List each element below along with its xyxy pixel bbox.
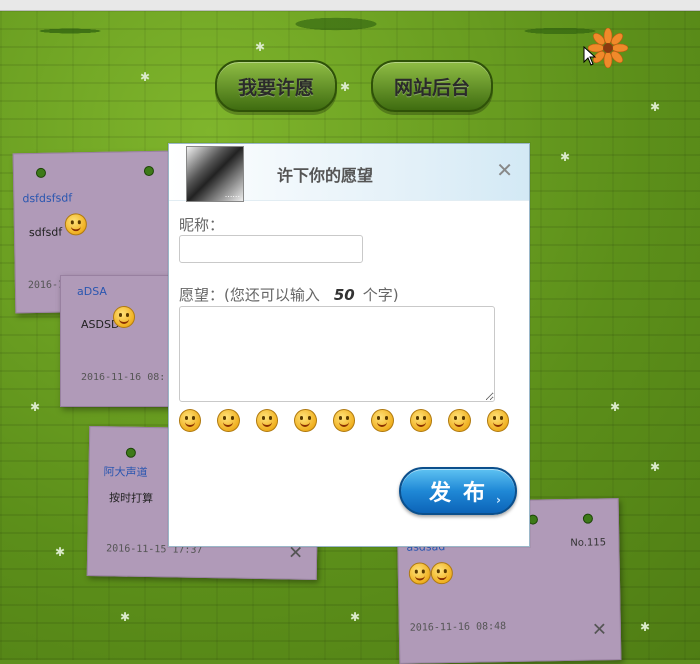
publish-button[interactable]: 发布 [399,467,517,515]
dialog-title: 许下你的愿望 [277,166,374,185]
note-message: sdfsdf [28,225,63,240]
remaining-count: 50 [333,286,355,304]
nickname-field[interactable] [179,235,363,263]
smile-emoticon-icon [64,213,88,236]
wish-label-suffix: 个字) [362,286,399,304]
star-decoration: ✱ [120,610,131,624]
note-name: 阿大声道 [103,465,148,480]
note-date: 2016-11-16 08:48 [409,621,507,634]
mouse-cursor-icon [583,46,597,66]
star-decoration: ✱ [560,150,571,164]
note-message: 按时打算 [108,491,154,506]
note-name: aDSA [77,285,107,298]
star-decoration: ✱ [650,100,661,114]
grin-squint-icon[interactable] [179,409,202,432]
shy-blush-icon[interactable] [217,409,240,432]
dialog-header: 许下你的愿望 ✕ [169,144,529,202]
emoticon-picker [179,409,509,432]
star-decoration: ✱ [640,620,651,634]
big-grin-emoticon-icon [113,306,135,328]
star-decoration: ✱ [350,610,361,624]
shush-icon[interactable] [409,409,433,432]
heart-eyes-icon[interactable] [448,409,471,432]
sunglasses-emoticon-icon [430,561,454,585]
nickname-label: 昵称： [179,216,225,234]
admin-button[interactable]: 网站后台 [371,60,493,112]
wish-label: 愿望：(您还可以输入 50 个字) [179,284,399,305]
wish-note[interactable]: aDSA ASDSD 2016-11-16 08: [60,275,182,407]
big-grin-icon[interactable] [332,409,356,432]
star-decoration: ✱ [140,70,151,84]
hug-icon[interactable] [371,409,394,432]
note-name: dsfdsfsdf [22,191,73,206]
star-decoration: ✱ [255,40,266,54]
smile-icon[interactable] [255,409,279,432]
pin-icon [125,447,136,458]
wish-dialog: 许下你的愿望 ✕ 昵称： 愿望：(您还可以输入 50 个字) 发布 [168,143,530,547]
wish-textarea[interactable] [179,306,495,402]
shy-emoticon-icon [408,562,432,585]
wish-label-prefix: 愿望：(您还可以输入 [179,286,320,304]
star-decoration: ✱ [340,80,351,94]
close-icon[interactable]: ✕ [496,160,513,180]
make-wish-button[interactable]: 我要许愿 [215,60,337,112]
star-decoration: ✱ [30,400,41,414]
note-date: 2016-11-16 08: [81,372,166,383]
wink-tongue-icon[interactable] [486,409,509,432]
star-decoration: ✱ [610,400,621,414]
star-decoration: ✱ [55,545,66,559]
pin-icon [35,167,47,179]
cool-sunglasses-icon[interactable] [294,409,317,432]
pin-icon [143,165,155,177]
note-number: No.115 [570,537,607,549]
close-note-icon[interactable]: ✕ [592,619,607,640]
avatar [186,146,244,202]
pin-icon [582,513,594,524]
star-decoration: ✱ [650,460,661,474]
